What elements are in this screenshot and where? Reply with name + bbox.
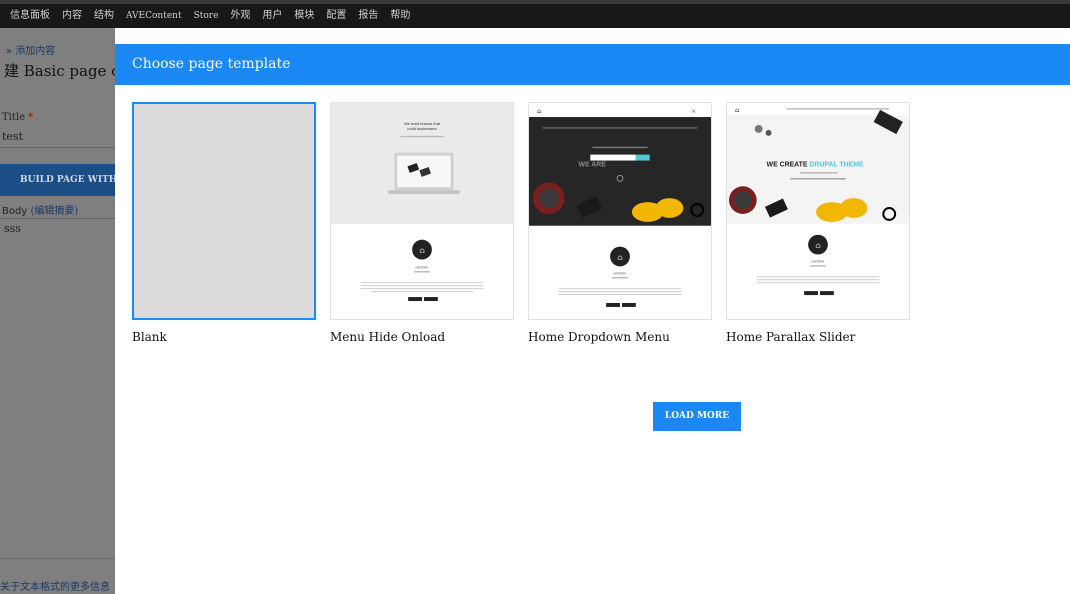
menu-item-content[interactable]: 内容 [56, 8, 88, 24]
svg-text:⌂: ⌂ [419, 247, 424, 255]
body-label-text: Body [2, 206, 28, 217]
breadcrumb[interactable]: » 添加内容 [6, 42, 55, 57]
svg-text:⌂: ⌂ [815, 242, 820, 250]
page-title: 建 Basic page c [4, 62, 115, 80]
template-card-home-parallax-slider[interactable]: ⌂ WE CREATE DRUPAL THEME ⌂ HISTORY [726, 102, 910, 320]
toolbar-strip [0, 0, 1070, 4]
footer-divider [0, 558, 115, 559]
menu-item-modules[interactable]: 模块 [288, 8, 320, 24]
modal-header: Choose page template [115, 44, 1070, 85]
home-dropdown-menu-thumbnail: ⌂ × WE ARE ⌂ HISTORY [529, 103, 711, 319]
thumb-headline: WE CREATE DRUPAL THEME [767, 161, 864, 168]
text-format-link[interactable]: 关于文本格式的更多信息 [0, 578, 110, 593]
menu-item-store[interactable]: Store [188, 8, 225, 24]
thumb-section-title: HISTORY [415, 265, 428, 269]
menu-hide-onload-thumbnail: We build brands that build businesses ⌂ … [331, 103, 513, 319]
modal-title: Choose page template [132, 56, 291, 72]
svg-text:×: × [691, 108, 696, 115]
template-label-home-parallax-slider[interactable]: Home Parallax Slider [726, 330, 855, 344]
title-label-text: Title [2, 112, 26, 123]
menu-item-structure[interactable]: 结构 [88, 8, 120, 24]
body-textarea[interactable]: sss [4, 222, 21, 235]
load-more-button[interactable]: LOAD MORE [653, 402, 741, 431]
build-page-button[interactable]: BUILD PAGE WITH A [0, 164, 115, 196]
thumb-section-title: HISTORY [613, 271, 626, 275]
thumb-section-title: HISTORY [811, 259, 824, 263]
svg-text:⌂: ⌂ [617, 253, 622, 261]
menu-item-appearance[interactable]: 外观 [224, 8, 256, 24]
template-label-menu-hide-onload[interactable]: Menu Hide Onload [330, 330, 445, 344]
title-label: Title * [2, 112, 33, 123]
body-divider [0, 218, 115, 219]
svg-text:⌂: ⌂ [735, 107, 740, 114]
home-parallax-slider-thumbnail: ⌂ WE CREATE DRUPAL THEME ⌂ HISTORY [727, 103, 909, 319]
menu-item-reports[interactable]: 报告 [352, 8, 384, 24]
background-page: » 添加内容 建 Basic page c Title * test BUILD… [0, 28, 115, 594]
menu-item-people[interactable]: 用户 [256, 8, 288, 24]
edit-summary-link[interactable]: (编辑摘要) [30, 206, 78, 217]
menu-item-avecontent[interactable]: AVEContent [120, 8, 188, 24]
admin-menu: 信息面板 内容 结构 AVEContent Store 外观 用户 模块 配置 … [4, 8, 416, 24]
admin-toolbar: 信息面板 内容 结构 AVEContent Store 外观 用户 模块 配置 … [0, 0, 1070, 28]
template-modal: Choose page template Blank We build bran… [115, 44, 1070, 594]
blank-thumbnail [134, 104, 314, 318]
menu-item-help[interactable]: 帮助 [384, 8, 416, 24]
menu-item-config[interactable]: 配置 [320, 8, 352, 24]
svg-text:build businesses: build businesses [407, 126, 436, 131]
svg-text:⌂: ⌂ [537, 108, 542, 115]
template-card-home-dropdown-menu[interactable]: ⌂ × WE ARE ⌂ HISTORY [528, 102, 712, 320]
title-input[interactable]: test [0, 126, 115, 148]
template-card-blank[interactable] [132, 102, 316, 320]
menu-item-dashboard[interactable]: 信息面板 [4, 8, 56, 24]
template-label-blank[interactable]: Blank [132, 330, 167, 344]
body-label: Body (编辑摘要) [2, 202, 78, 217]
thumb-headline: WE ARE [578, 161, 606, 168]
template-label-home-dropdown-menu[interactable]: Home Dropdown Menu [528, 330, 670, 344]
template-card-menu-hide-onload[interactable]: We build brands that build businesses ⌂ … [330, 102, 514, 320]
required-marker: * [28, 112, 34, 123]
